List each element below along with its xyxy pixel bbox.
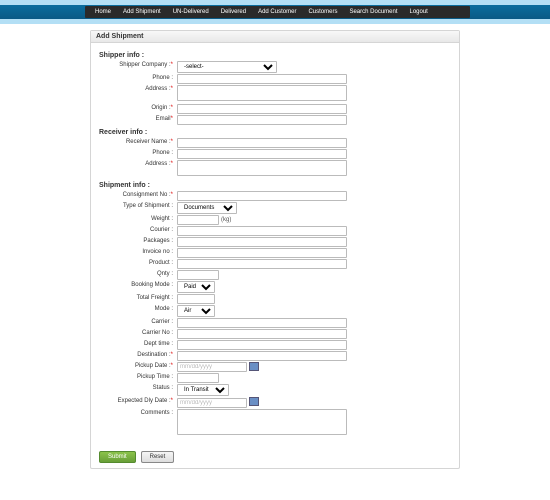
label-pickup-time: Pickup Time : (99, 373, 177, 380)
required-mark: * (171, 139, 173, 145)
label-mode: Mode : (99, 305, 177, 312)
dept-time-input[interactable] (177, 340, 347, 350)
required-mark: * (171, 192, 173, 198)
label-receiver-name: Receiver Name : (126, 139, 171, 145)
main-nav: Home Add Shipment UN-Delivered Delivered… (85, 6, 470, 18)
button-bar: Submit Reset (91, 446, 459, 468)
shipper-phone-input[interactable] (177, 74, 347, 84)
add-shipment-panel: Add Shipment Shipper info : Shipper Comp… (90, 30, 460, 469)
label-consignment: Consignment No : (123, 192, 171, 198)
label-expected-dly: Expected Dly Date : (118, 398, 171, 404)
label-dept-time: Dept time : (99, 340, 177, 347)
label-carrier-no: Carrier No : (99, 329, 177, 336)
submit-button[interactable]: Submit (99, 451, 136, 463)
qnty-input[interactable] (177, 270, 219, 280)
total-freight-input[interactable] (177, 294, 215, 304)
label-qnty: Qnty : (99, 270, 177, 277)
destination-input[interactable] (177, 351, 347, 361)
reset-button[interactable]: Reset (141, 451, 175, 463)
label-courier: Courier : (99, 226, 177, 233)
label-carrier: Carrier : (99, 318, 177, 325)
receiver-name-input[interactable] (177, 138, 347, 148)
label-type-shipment: Type of Shipment : (99, 202, 177, 209)
label-booking-mode: Booking Mode : (99, 281, 177, 288)
label-shipper-company: Shipper Company : (119, 62, 170, 68)
label-weight: Weight : (99, 215, 177, 222)
required-mark: * (171, 352, 173, 358)
label-pickup-date: Pickup Date : (135, 363, 171, 369)
required-mark: * (171, 62, 173, 68)
label-receiver-phone: Phone : (99, 149, 177, 156)
required-mark: * (171, 86, 173, 92)
nav-logout[interactable]: Logout (404, 9, 434, 15)
comments-input[interactable] (177, 409, 347, 435)
nav-customers[interactable]: Customers (302, 9, 343, 15)
consignment-input[interactable] (177, 191, 347, 201)
origin-input[interactable] (177, 104, 347, 114)
panel-body: Shipper info : Shipper Company :*-select… (91, 43, 459, 446)
email-input[interactable] (177, 115, 347, 125)
required-mark: * (171, 398, 173, 404)
pickup-time-input[interactable] (177, 373, 219, 383)
required-mark: * (171, 105, 173, 111)
type-shipment-select[interactable]: Documents (177, 202, 237, 214)
calendar-icon[interactable] (249, 397, 259, 406)
nav-add-shipment[interactable]: Add Shipment (117, 9, 167, 15)
shipper-address-input[interactable] (177, 85, 347, 101)
label-email: Email (156, 116, 171, 122)
weight-unit: (kg) (221, 217, 231, 223)
label-status: Status : (99, 384, 177, 391)
calendar-icon[interactable] (249, 362, 259, 371)
expected-dly-input[interactable] (177, 398, 247, 408)
nav-undelivered[interactable]: UN-Delivered (167, 9, 215, 15)
shipper-company-select[interactable]: -select- (177, 61, 277, 73)
label-product: Product : (99, 259, 177, 266)
receiver-phone-input[interactable] (177, 149, 347, 159)
carrier-no-input[interactable] (177, 329, 347, 339)
status-select[interactable]: In Transit (177, 384, 229, 396)
nav-add-customer[interactable]: Add Customer (252, 9, 302, 15)
nav-search[interactable]: Search Document (343, 9, 403, 15)
label-phone: Phone : (99, 74, 177, 81)
label-address: Address : (145, 86, 170, 92)
nav-home[interactable]: Home (89, 9, 117, 15)
label-destination: Destination : (137, 352, 170, 358)
required-mark: * (171, 161, 173, 167)
panel-title: Add Shipment (91, 31, 459, 43)
label-total-freight: Total Freight : (99, 294, 177, 301)
section-shipper: Shipper info : (99, 52, 451, 59)
booking-mode-select[interactable]: Paid (177, 281, 215, 293)
label-invoice: Invoice no : (99, 248, 177, 255)
pickup-date-input[interactable] (177, 362, 247, 372)
label-packages: Packages : (99, 237, 177, 244)
mode-select[interactable]: Air (177, 305, 215, 317)
product-input[interactable] (177, 259, 347, 269)
courier-input[interactable] (177, 226, 347, 236)
required-mark: * (171, 363, 173, 369)
invoice-input[interactable] (177, 248, 347, 258)
label-comments: Comments : (99, 409, 177, 416)
packages-input[interactable] (177, 237, 347, 247)
label-origin: Origin : (151, 105, 170, 111)
weight-input[interactable] (177, 215, 219, 225)
label-receiver-address: Address : (145, 161, 170, 167)
section-receiver: Receiver info : (99, 129, 451, 136)
nav-delivered[interactable]: Delivered (215, 9, 252, 15)
carrier-input[interactable] (177, 318, 347, 328)
receiver-address-input[interactable] (177, 160, 347, 176)
top-banner: Home Add Shipment UN-Delivered Delivered… (0, 0, 550, 24)
section-shipment: Shipment info : (99, 182, 451, 189)
required-mark: * (171, 116, 173, 122)
